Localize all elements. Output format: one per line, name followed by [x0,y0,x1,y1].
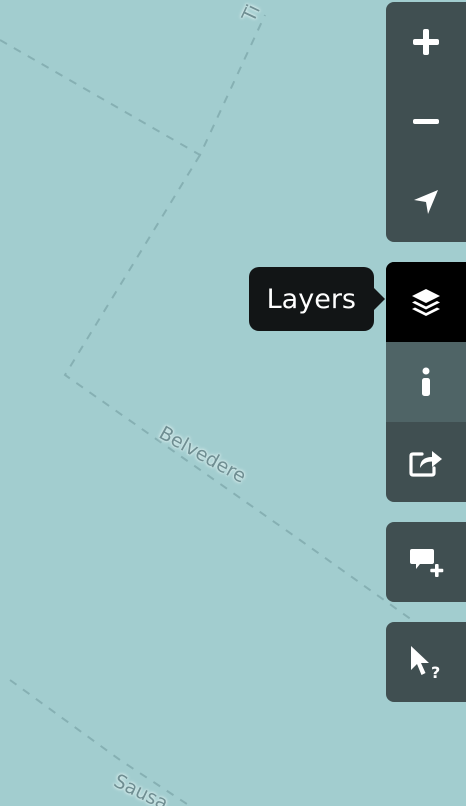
zoom-out-button[interactable] [386,82,466,162]
add-note-button[interactable] [386,522,466,602]
layers-button[interactable] [386,262,466,342]
navigation-control-group [386,2,466,242]
zoom-in-button[interactable] [386,2,466,82]
plus-icon [413,29,439,55]
share-button[interactable] [386,422,466,502]
share-icon [409,451,442,477]
query-button[interactable]: ? [386,622,466,702]
query-control-group: ? [386,622,466,702]
location-arrow-icon [414,190,438,214]
minus-icon [413,119,439,124]
svg-text:?: ? [431,663,440,680]
layers-icon [412,289,440,316]
locate-button[interactable] [386,162,466,242]
info-button[interactable] [386,342,466,422]
map-controls: ? [386,2,466,722]
layers-tooltip: Layers [248,267,386,331]
pointer-question-icon: ? [411,646,440,680]
note-control-group [386,522,466,602]
info-icon [422,367,430,396]
tools-control-group [386,262,466,502]
comment-plus-icon [410,549,444,577]
